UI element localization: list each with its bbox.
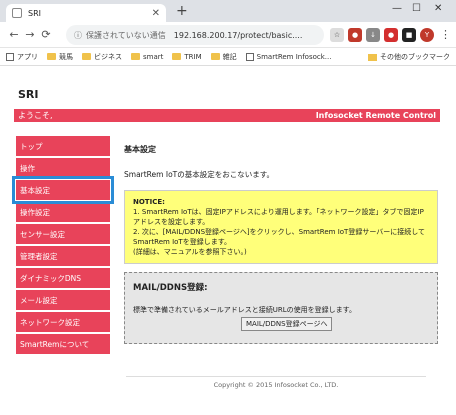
notice-line: 2. 次に、[MAIL/DDNS登録ページへ]をクリックし、SmartRem I… [133,228,426,246]
welcome-text: ようこそ, [18,111,53,120]
folder-icon [82,53,91,60]
tab-title: SRI [28,8,41,18]
bookmark-other[interactable]: その他のブックマーク [368,52,450,62]
notice-title: NOTICE: [133,198,165,206]
bookmark-item[interactable]: smart [131,53,163,61]
apps-icon [6,52,14,61]
sidebar: トップ 操作 基本設定 操作設定 センサー設定 管理者設定 ダイナミックDNS … [12,136,114,356]
bookmark-item[interactable]: TRIM [172,53,202,61]
browser-titlebar: SRI ✕ + — ☐ ✕ [0,0,456,22]
sidebar-item-dynamic-dns[interactable]: ダイナミックDNS [16,268,110,288]
sidebar-item-basic-settings[interactable]: 基本設定 [12,176,114,204]
page-description: SmartRem IoTの基本設定をおこないます。 [124,170,274,179]
mail-ddns-text: 標準で準備されているメールアドレスと接続URLの使用を登録します。 [133,306,356,314]
bookmark-apps[interactable]: アプリ [6,52,38,62]
page-viewport: SRI ようこそ, Infosocket Remote Control トップ … [6,66,446,409]
sidebar-item-mail-settings[interactable]: メール設定 [16,290,110,310]
star-icon[interactable]: ☆ [330,28,344,42]
bookmark-item[interactable]: 競馬 [47,52,73,62]
sidebar-item-network-settings[interactable]: ネットワーク設定 [16,312,110,332]
browser-tab[interactable]: SRI ✕ [6,4,166,22]
menu-icon[interactable]: ⋮ [440,28,451,41]
forward-button[interactable]: → [22,28,38,41]
main-content: 基本設定 SmartRem IoTの基本設定をおこないます。 NOTICE: 1… [124,144,438,344]
bookmark-item[interactable]: SmartRem Infosock... [245,52,331,61]
sidebar-item-operation-settings[interactable]: 操作設定 [16,202,110,222]
download-icon[interactable]: ↓ [366,28,380,42]
sidebar-item-admin-settings[interactable]: 管理者設定 [16,246,110,266]
page-icon [245,52,254,61]
notice-box: NOTICE: 1. SmartRem IoTは、固定IPアドレスにより運用しま… [124,190,438,264]
header-right-title: Infosocket Remote Control [315,111,436,120]
maximize-icon[interactable]: ☐ [412,3,421,14]
folder-icon [210,53,220,60]
notice-line: (詳細は、マニュアルを参照下さい。) [133,248,247,256]
folder-icon [368,53,377,61]
window-close-icon[interactable]: ✕ [434,3,442,14]
sidebar-item-sensor-settings[interactable]: センサー設定 [16,224,110,244]
mail-ddns-title: MAIL/DDNS登録: [133,283,208,293]
page-icon [12,8,22,18]
address-bar[interactable]: ⓘ 保護されていない通信 192.168.200.17/protect/basi… [66,25,324,45]
minimize-icon[interactable]: — [392,3,402,14]
brand-title: SRI [18,88,39,101]
folder-icon [131,53,140,60]
sidebar-item-about[interactable]: SmartRemについて [16,334,110,354]
avatar[interactable]: Y [420,28,434,42]
sidebar-item-top[interactable]: トップ [16,136,110,156]
mail-ddns-section: MAIL/DDNS登録: 標準で準備されているメールアドレスと接続URLの使用を… [124,272,438,344]
bookmark-item[interactable]: ビジネス [82,52,122,62]
security-label: 保護されていない通信 [86,30,166,40]
mail-ddns-register-button[interactable]: MAIL/DDNS登録ページへ [241,317,333,331]
notice-line: 1. SmartRem IoTは、固定IPアドレスにより運用します。「ネットワー… [133,208,424,226]
page-title: 基本設定 [124,145,156,154]
browser-toolbar: ← → ⟳ ⓘ 保護されていない通信 192.168.200.17/protec… [0,22,456,48]
extension-icon[interactable]: ● [384,28,398,42]
extension-icon[interactable]: ● [348,28,362,42]
new-tab-button[interactable]: + [176,3,188,19]
reload-button[interactable]: ⟳ [38,28,54,41]
close-icon[interactable]: ✕ [152,8,160,19]
header-bar: ようこそ, Infosocket Remote Control [14,109,440,122]
bookmark-item[interactable]: 雑記 [210,52,237,62]
back-button[interactable]: ← [6,28,22,41]
folder-icon [47,53,56,60]
sidebar-item-operation[interactable]: 操作 [16,158,110,178]
extension-icon[interactable]: ■ [402,28,416,42]
url-text: 192.168.200.17/protect/basic.... [173,30,303,40]
folder-icon [172,53,182,60]
bookmarks-bar: アプリ 競馬 ビジネス smart TRIM 雑記 SmartRem Infos… [0,48,456,66]
info-icon[interactable]: ⓘ [74,30,82,41]
footer-copyright: Copyright © 2015 Infosocket Co., LTD. [126,376,426,389]
